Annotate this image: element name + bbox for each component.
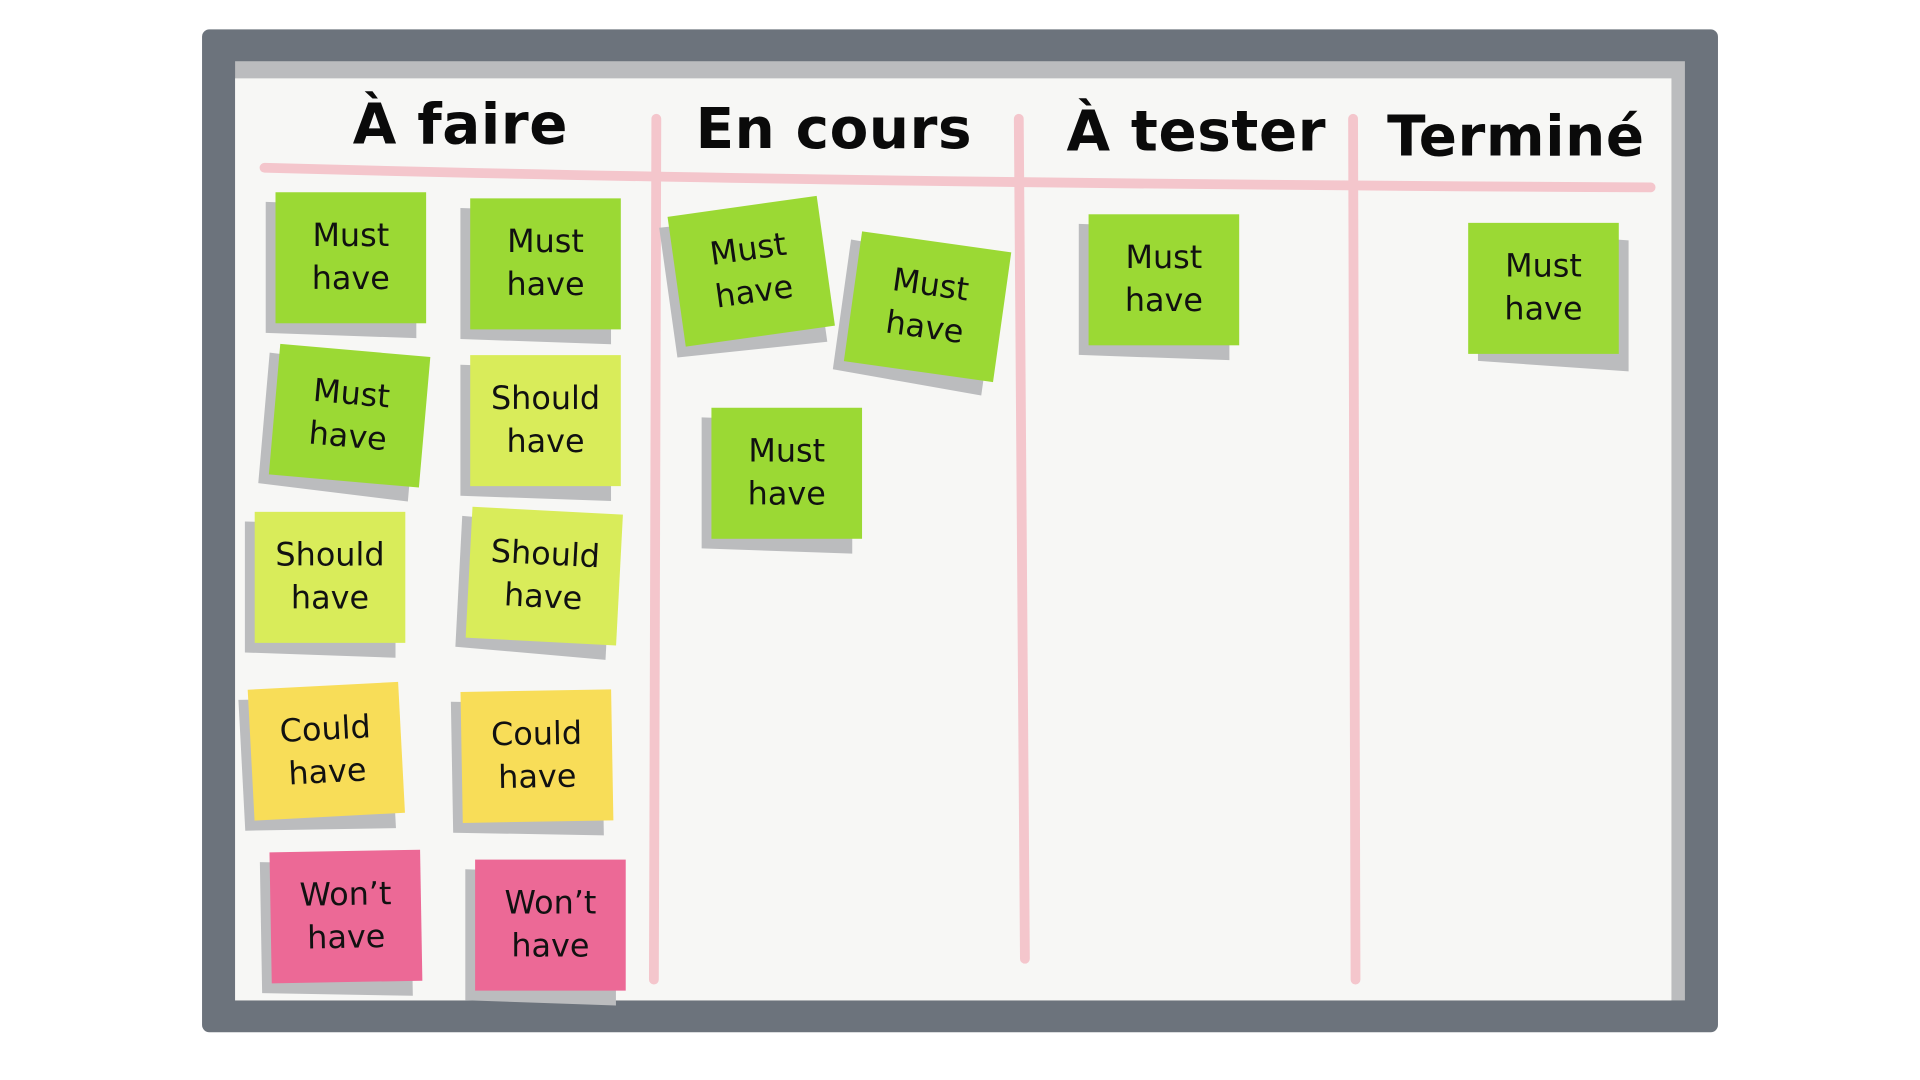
sticky-note-could-have[interactable]: Could have — [238, 681, 405, 831]
header-divider-line — [259, 162, 1656, 193]
sticky-note-must-have[interactable]: Must have — [460, 198, 621, 345]
sticky-note-must-have[interactable]: Must have — [258, 343, 431, 502]
column-divider-3 — [1348, 113, 1361, 985]
sticky-note-should-have[interactable]: Should have — [460, 355, 621, 502]
sticky-note-must-have[interactable]: Must have — [659, 195, 835, 358]
sticky-note-wont-have[interactable]: Won’t have — [259, 849, 423, 996]
column-title-termine: Terminé — [1387, 102, 1645, 169]
column-title-a-tester: À tester — [1066, 97, 1327, 165]
sticky-note-must-have[interactable]: Must have — [701, 407, 863, 554]
sticky-note-must-have[interactable]: Must have — [1468, 222, 1629, 372]
column-title-en-cours: En cours — [695, 95, 973, 162]
sticky-note-could-have[interactable]: Could have — [450, 689, 614, 836]
column-title-a-faire: À faire — [352, 90, 569, 157]
column-divider-2 — [1013, 113, 1030, 964]
sticky-note-wont-have[interactable]: Won’t have — [465, 859, 626, 1006]
sticky-note-should-have[interactable]: Should have — [455, 506, 623, 660]
sticky-note-should-have[interactable]: Should have — [244, 511, 406, 658]
sticky-note-must-have[interactable]: Must have — [265, 192, 427, 339]
sticky-note-must-have[interactable]: Must have — [1078, 214, 1240, 361]
column-divider-1 — [648, 113, 662, 985]
sticky-note-must-have[interactable]: Must have — [832, 231, 1012, 396]
kanban-board-illustration: À faire En cours À tester Terminé Must ha… — [0, 0, 1920, 1080]
